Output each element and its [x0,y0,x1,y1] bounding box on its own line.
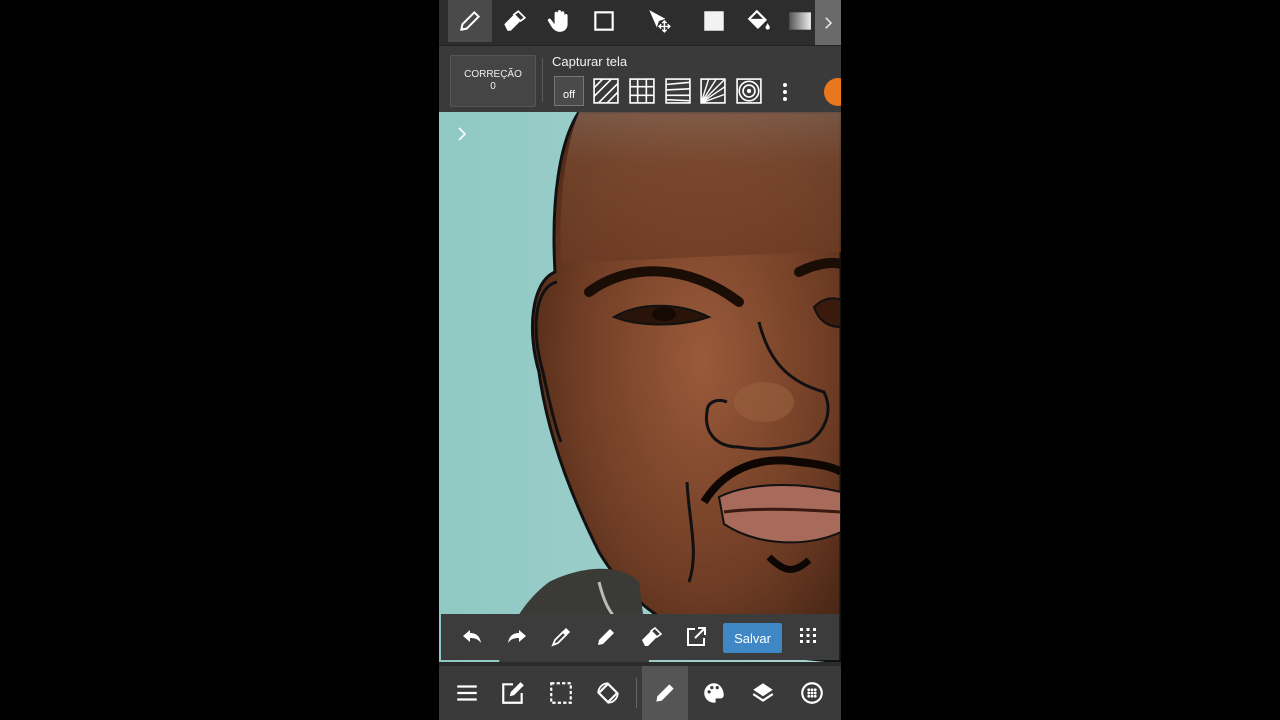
hand-icon [547,10,568,32]
layers-icon [752,683,774,702]
correction-button[interactable]: CORREÇÃO 0 [450,55,536,107]
more-options-icon[interactable] [777,78,793,106]
eraser-quick-button[interactable] [636,622,666,652]
pen-tool-button[interactable] [448,0,492,42]
divider [542,58,543,102]
bottom-navigation [439,666,841,720]
chevron-right-icon [825,16,833,29]
divider [636,678,637,708]
eraser-icon [504,10,527,31]
snap-off-label: off [562,89,576,101]
palette-icon [704,683,724,703]
redo-icon [508,630,526,643]
snap-horizontal-button[interactable] [663,76,693,106]
fill-color-icon [704,11,724,31]
snap-parallel-button[interactable] [591,76,621,106]
tool-toolbar [439,0,841,45]
undo-icon [463,630,481,643]
layers-button[interactable] [740,666,786,720]
grid-menu-button[interactable] [793,622,823,652]
gradient-tool-button[interactable] [783,0,815,42]
edit-icon [502,682,524,704]
app-window: CORREÇÃO 0 Capturar tela off Salvar [439,0,841,720]
brush-button[interactable] [642,666,688,720]
edit-button[interactable] [490,666,536,720]
snap-title: Capturar tela [552,54,628,69]
pen-quick-button[interactable] [591,622,621,652]
selection-icon [550,682,572,704]
eraser-tool-button[interactable] [492,0,536,42]
materials-button[interactable] [789,666,835,720]
export-icon [687,627,706,646]
horizontal-lines-icon [665,78,691,104]
correction-value: 0 [490,81,496,92]
eyedropper-icon [551,627,571,647]
bucket-tool-button[interactable] [737,0,781,42]
hand-tool-button[interactable] [538,0,582,42]
brush-icon [656,684,674,702]
move-icon [649,10,671,33]
snap-grid-button[interactable] [627,76,657,106]
snap-toolbar: CORREÇÃO 0 Capturar tela off [439,45,841,113]
rotate-canvas-button[interactable] [585,666,631,720]
pen-icon [598,629,614,645]
concentric-circles-icon [736,78,762,104]
undo-button[interactable] [457,622,487,652]
pen-icon [460,10,481,31]
save-button[interactable]: Salvar [723,623,782,653]
correction-label: CORREÇÃO [464,69,522,80]
move-tool-button[interactable] [637,0,681,42]
grid-icon [800,628,816,643]
toolbar-scroll-right-button[interactable] [815,0,841,45]
rotate-icon [597,682,619,704]
eyedropper-button[interactable] [546,622,576,652]
export-button[interactable] [681,622,711,652]
quick-toolbar: Salvar [441,614,839,660]
chevron-right-icon[interactable] [455,126,469,142]
snap-perspective-button[interactable] [698,76,728,106]
bucket-icon [747,9,770,30]
drawing-canvas[interactable] [439,112,841,662]
parallel-lines-icon [593,78,619,104]
perspective-lines-icon [700,78,726,104]
menu-button[interactable] [444,666,490,720]
snap-concentric-button[interactable] [734,76,764,106]
snap-off-button[interactable]: off [554,76,584,106]
palette-button[interactable] [691,666,737,720]
color-indicator[interactable] [824,78,841,106]
selection-button[interactable] [538,666,584,720]
fill-rectangle-button[interactable] [692,0,736,42]
menu-icon [457,685,477,701]
rectangle-icon [594,11,614,31]
gradient-icon [789,12,811,30]
rectangle-tool-button[interactable] [582,0,626,42]
eraser-icon [642,626,663,646]
redo-button[interactable] [502,622,532,652]
grid-lines-icon [629,78,655,104]
portrait-artwork [439,112,841,662]
globe-icon [801,682,823,704]
